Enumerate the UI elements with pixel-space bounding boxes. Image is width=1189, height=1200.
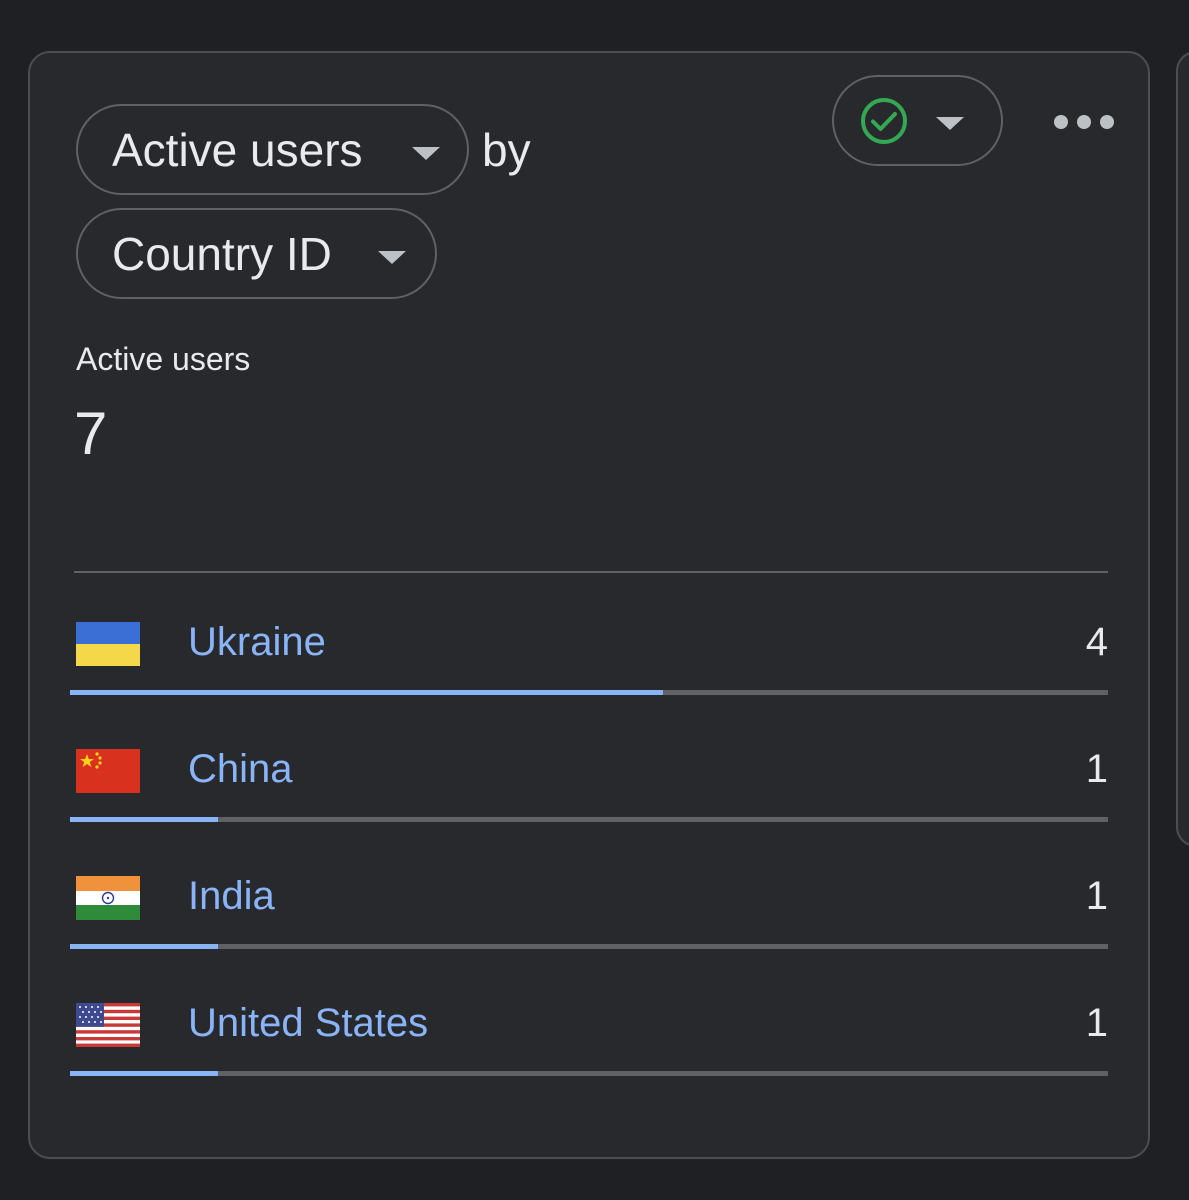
flag-china-icon: [76, 749, 140, 793]
metric-selector-label: Active users: [112, 123, 363, 176]
dimension-selector-label: Country ID: [112, 227, 332, 280]
share-bar-fill: [70, 1071, 219, 1076]
country-name: United States: [188, 1001, 429, 1045]
metric-title: Active users: [76, 341, 251, 377]
list-item[interactable]: India 1: [70, 850, 1110, 960]
flag-ukraine-icon: [76, 622, 140, 666]
dot: [1100, 115, 1114, 129]
dimension-selector[interactable]: Country ID: [76, 208, 437, 299]
active-users-card: Active users by Country ID Active users …: [28, 51, 1150, 1159]
country-name: China: [188, 747, 293, 791]
dot: [1054, 115, 1068, 129]
share-bar: [70, 690, 1108, 695]
chevron-down-icon: [936, 117, 964, 130]
country-count: 1: [1085, 1001, 1108, 1045]
metric-selector[interactable]: Active users: [76, 104, 469, 195]
country-name: India: [188, 874, 275, 918]
divider: [74, 571, 1108, 573]
dot: [1077, 115, 1091, 129]
chevron-down-icon: [378, 251, 406, 264]
country-name: Ukraine: [188, 620, 326, 664]
share-bar: [70, 944, 1108, 949]
flag-india-icon: [76, 876, 140, 920]
check-circle-icon: [860, 97, 908, 145]
metric-total-value: 7: [74, 400, 108, 467]
share-bar-fill: [70, 690, 664, 695]
more-horiz-icon[interactable]: [1054, 107, 1114, 137]
flag-united-states-icon: [76, 1003, 140, 1047]
adjacent-card-edge: [1176, 51, 1189, 847]
list-item[interactable]: China 1: [70, 723, 1110, 833]
share-bar-fill: [70, 817, 219, 822]
country-count: 4: [1085, 620, 1108, 664]
country-count: 1: [1085, 747, 1108, 791]
share-bar-fill: [70, 944, 219, 949]
share-bar: [70, 817, 1108, 822]
status-selector[interactable]: [832, 75, 1003, 166]
chevron-down-icon: [412, 147, 440, 160]
country-count: 1: [1085, 874, 1108, 918]
list-item[interactable]: United States 1: [70, 977, 1110, 1087]
by-label: by: [482, 124, 531, 176]
share-bar: [70, 1071, 1108, 1076]
list-item[interactable]: Ukraine 4: [70, 596, 1110, 706]
